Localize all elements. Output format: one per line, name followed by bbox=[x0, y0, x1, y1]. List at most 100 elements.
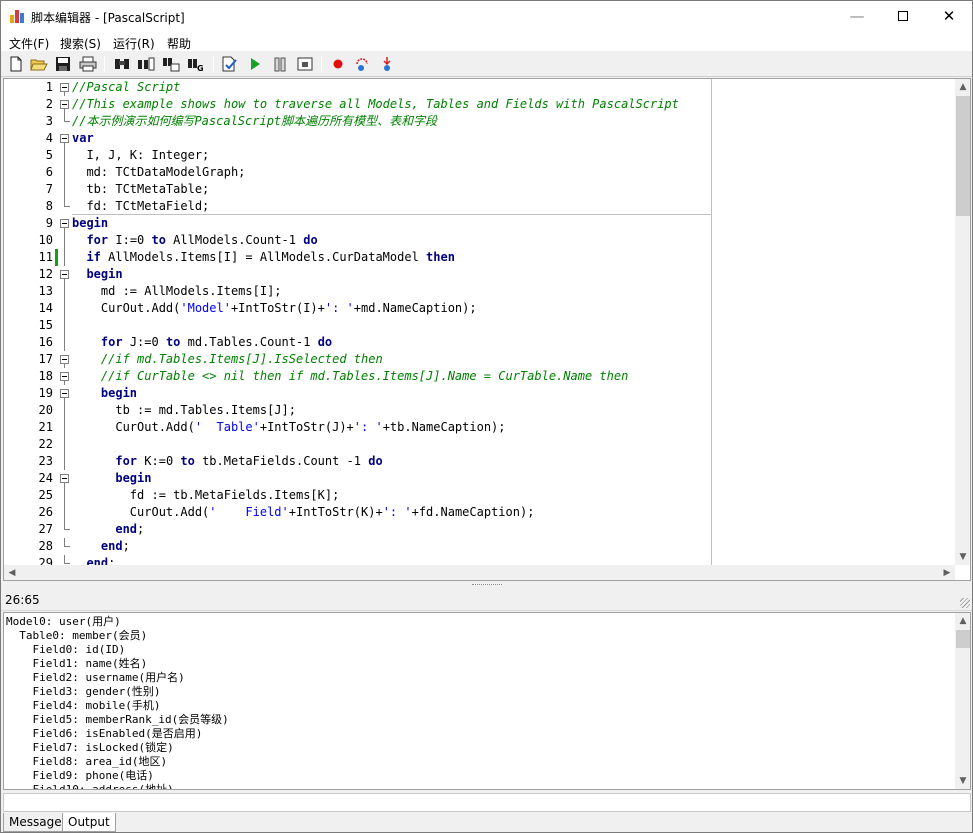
code-line[interactable]: 12 begin bbox=[4, 266, 955, 283]
open-folder-icon[interactable] bbox=[30, 55, 48, 73]
code-line[interactable]: 13 md := AllModels.Items[I]; bbox=[4, 283, 955, 300]
code-editor[interactable]: 1 //Pascal Script 2 //This example shows ho… bbox=[3, 78, 971, 581]
code-line[interactable]: 14 CurOut.Add('Model'+IntToStr(I)+': '+m… bbox=[4, 300, 955, 317]
fold-toggle-icon[interactable] bbox=[60, 372, 69, 381]
code-line[interactable]: 27 end; bbox=[4, 521, 955, 538]
fold-guide bbox=[64, 453, 65, 470]
output-scroll-thumb[interactable] bbox=[956, 630, 970, 648]
maximize-button[interactable] bbox=[880, 1, 926, 31]
fold-toggle-icon[interactable] bbox=[60, 134, 69, 143]
scroll-down-icon[interactable]: ▼ bbox=[955, 773, 970, 789]
code-text: end; bbox=[72, 538, 130, 555]
minimize-button[interactable]: — bbox=[834, 1, 880, 31]
fold-toggle-icon[interactable] bbox=[60, 474, 69, 483]
line-number: 21 bbox=[38, 420, 53, 434]
compile-icon[interactable] bbox=[221, 55, 239, 73]
comment-token: //本示例演示如何编写PascalScript脚本遍历所有模型、表和字段 bbox=[72, 114, 438, 128]
scroll-up-icon[interactable]: ▲ bbox=[955, 79, 970, 95]
code-line[interactable]: 3 //本示例演示如何编写PascalScript脚本遍历所有模型、表和字段 bbox=[4, 113, 955, 130]
title-bar[interactable]: 脚本编辑器 - [PascalScript] — ✕ bbox=[1, 1, 972, 32]
editor-scroll-thumb[interactable] bbox=[956, 96, 970, 216]
code-line[interactable]: 26 CurOut.Add(' Field'+IntToStr(K)+': '+… bbox=[4, 504, 955, 521]
code-line[interactable]: 29 end; bbox=[4, 555, 955, 565]
output-line: Field10: address(地址) bbox=[6, 783, 174, 790]
find-icon[interactable] bbox=[113, 55, 131, 73]
replace-icon[interactable] bbox=[162, 55, 180, 73]
fold-toggle-icon[interactable] bbox=[60, 83, 69, 92]
code-text: //本示例演示如何编写PascalScript脚本遍历所有模型、表和字段 bbox=[72, 113, 437, 130]
menu-search[interactable]: 搜索(S) bbox=[60, 35, 101, 52]
tab-output[interactable]: Output bbox=[62, 813, 116, 832]
scroll-down-icon[interactable]: ▼ bbox=[955, 549, 970, 565]
code-line[interactable]: 6 md: TCtDataModelGraph; bbox=[4, 164, 955, 181]
fold-toggle-icon[interactable] bbox=[60, 355, 69, 364]
output-vertical-scrollbar[interactable]: ▲ ▼ bbox=[955, 613, 970, 789]
close-button[interactable]: ✕ bbox=[926, 1, 972, 31]
code-line[interactable]: 28 end; bbox=[4, 538, 955, 555]
fold-toggle-icon[interactable] bbox=[60, 100, 69, 109]
goto-line-icon[interactable]: G bbox=[187, 55, 205, 73]
code-token: K:=0 bbox=[137, 454, 181, 468]
fold-end-guide bbox=[64, 521, 70, 530]
code-token: I:=0 bbox=[108, 233, 152, 247]
code-line[interactable]: 16 for J:=0 to md.Tables.Count-1 do bbox=[4, 334, 955, 351]
keyword-token: begin bbox=[72, 216, 109, 230]
scroll-left-icon[interactable]: ◀ bbox=[4, 565, 20, 580]
output-line: Field2: username(用户名) bbox=[6, 671, 185, 684]
new-file-icon[interactable] bbox=[7, 55, 25, 73]
code-token: CurOut.Add( bbox=[72, 505, 210, 519]
right-margin-line bbox=[711, 79, 712, 565]
code-line[interactable]: 22 bbox=[4, 436, 955, 453]
code-line[interactable]: 20 tb := md.Tables.Items[J]; bbox=[4, 402, 955, 419]
menu-help[interactable]: 帮助 bbox=[167, 35, 191, 52]
menu-run[interactable]: 运行(R) bbox=[113, 35, 155, 52]
run-icon[interactable] bbox=[246, 55, 264, 73]
code-line[interactable]: 18 //if CurTable <> nil then if md.Table… bbox=[4, 368, 955, 385]
resize-grip-icon[interactable] bbox=[960, 598, 970, 608]
code-line[interactable]: 9 begin bbox=[4, 215, 955, 232]
keyword-token: end bbox=[100, 539, 123, 553]
command-input[interactable] bbox=[3, 793, 971, 812]
save-icon[interactable] bbox=[54, 55, 72, 73]
step-into-icon[interactable] bbox=[378, 55, 396, 73]
fold-toggle-icon[interactable] bbox=[60, 270, 69, 279]
code-area[interactable]: 1 //Pascal Script 2 //This example shows ho… bbox=[4, 79, 955, 565]
stop-icon[interactable] bbox=[296, 55, 314, 73]
code-line[interactable]: 2 //This example shows how to traverse al… bbox=[4, 96, 955, 113]
keyword-token: end bbox=[86, 556, 109, 565]
code-line[interactable]: 11 if AllModels.Items[I] = AllModels.Cur… bbox=[4, 249, 955, 266]
menu-file[interactable]: 文件(F) bbox=[9, 35, 49, 52]
code-line[interactable]: 25 fd := tb.MetaFields.Items[K]; bbox=[4, 487, 955, 504]
fold-toggle-icon[interactable] bbox=[60, 389, 69, 398]
code-line[interactable]: 19 begin bbox=[4, 385, 955, 402]
code-line[interactable]: 24 begin bbox=[4, 470, 955, 487]
code-token: ; bbox=[137, 522, 145, 536]
code-line[interactable]: 10 for I:=0 to AllModels.Count-1 do bbox=[4, 232, 955, 249]
code-token: ; bbox=[108, 556, 116, 565]
print-preview-icon[interactable] bbox=[79, 55, 97, 73]
output-panel[interactable]: Model0: user(用户) Table0: member(会员) Fiel… bbox=[3, 612, 971, 790]
scroll-up-icon[interactable]: ▲ bbox=[955, 613, 970, 629]
code-line[interactable]: 7 tb: TCtMetaTable; bbox=[4, 181, 955, 198]
find-next-icon[interactable] bbox=[137, 55, 155, 73]
code-text: CurOut.Add(' Table'+IntToStr(J)+': '+tb.… bbox=[72, 419, 505, 436]
fold-toggle-icon[interactable] bbox=[60, 219, 69, 228]
pause-icon[interactable] bbox=[271, 55, 289, 73]
breakpoint-icon[interactable] bbox=[329, 55, 347, 73]
panel-splitter[interactable] bbox=[1, 581, 972, 589]
splitter-grip[interactable] bbox=[472, 584, 502, 586]
code-text: end; bbox=[72, 555, 115, 565]
code-line[interactable]: 17 //if md.Tables.Items[J].IsSelected th… bbox=[4, 351, 955, 368]
scroll-right-icon[interactable]: ▶ bbox=[939, 565, 955, 580]
step-over-icon[interactable] bbox=[353, 55, 371, 73]
code-line[interactable]: 21 CurOut.Add(' Table'+IntToStr(J)+': '+… bbox=[4, 419, 955, 436]
code-line[interactable]: 4 var bbox=[4, 130, 955, 147]
code-line[interactable]: 23 for K:=0 to tb.MetaFields.Count -1 do bbox=[4, 453, 955, 470]
code-line[interactable]: 15 bbox=[4, 317, 955, 334]
editor-horizontal-scrollbar[interactable]: ◀ ▶ bbox=[4, 565, 955, 580]
code-line[interactable]: 1 //Pascal Script bbox=[4, 79, 955, 96]
code-line[interactable]: 8 fd: TCtMetaField; bbox=[4, 198, 955, 215]
editor-vertical-scrollbar[interactable]: ▲ ▼ bbox=[955, 79, 970, 565]
code-line[interactable]: 5 I, J, K: Integer; bbox=[4, 147, 955, 164]
